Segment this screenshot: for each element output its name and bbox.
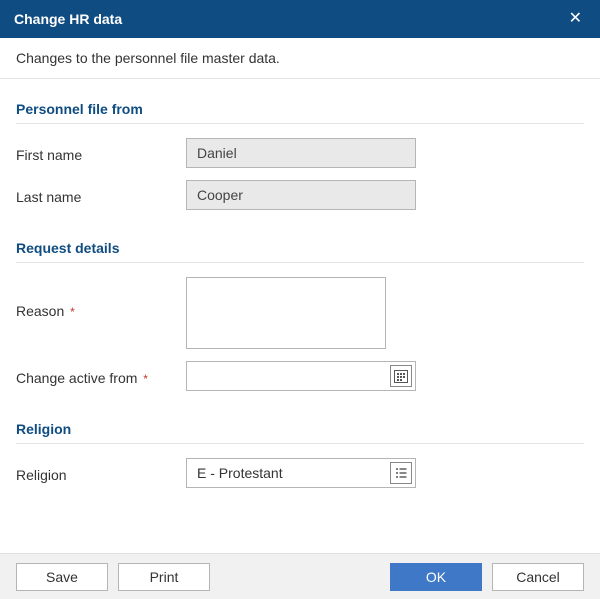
label-last-name: Last name (16, 185, 186, 205)
list-picker-icon[interactable] (390, 462, 412, 484)
dialog-content: Personnel file from First name Last name… (0, 79, 600, 488)
row-change-active-from: Change active from * (16, 361, 584, 391)
close-icon[interactable]: ✕ (565, 7, 586, 31)
date-picker-icon[interactable] (390, 365, 412, 387)
dialog-title: Change HR data (14, 11, 122, 27)
row-reason: Reason * (16, 277, 584, 349)
row-last-name: Last name (16, 180, 584, 210)
save-button[interactable]: Save (16, 563, 108, 591)
reason-field[interactable] (186, 277, 386, 349)
first-name-field (186, 138, 416, 168)
religion-field[interactable] (186, 458, 416, 488)
ok-button[interactable]: OK (390, 563, 482, 591)
label-change-active-from: Change active from * (16, 366, 186, 386)
label-reason: Reason * (16, 277, 186, 319)
required-marker: * (70, 305, 75, 319)
label-change-active-from-text: Change active from (16, 370, 137, 386)
section-header-request-details: Request details (16, 222, 584, 263)
cancel-button[interactable]: Cancel (492, 563, 584, 591)
label-first-name: First name (16, 143, 186, 163)
section-header-religion: Religion (16, 403, 584, 444)
row-religion: Religion (16, 458, 584, 488)
row-first-name: First name (16, 138, 584, 168)
label-reason-text: Reason (16, 303, 64, 319)
label-religion: Religion (16, 463, 186, 483)
section-header-personnel-file: Personnel file from (16, 83, 584, 124)
print-button[interactable]: Print (118, 563, 210, 591)
religion-wrap (186, 458, 416, 488)
required-marker: * (143, 372, 148, 386)
dialog-footer: Save Print OK Cancel (0, 553, 600, 599)
dialog-description: Changes to the personnel file master dat… (0, 38, 600, 79)
dialog-titlebar: Change HR data ✕ (0, 0, 600, 38)
change-active-from-wrap (186, 361, 416, 391)
change-active-from-field[interactable] (186, 361, 416, 391)
last-name-field (186, 180, 416, 210)
